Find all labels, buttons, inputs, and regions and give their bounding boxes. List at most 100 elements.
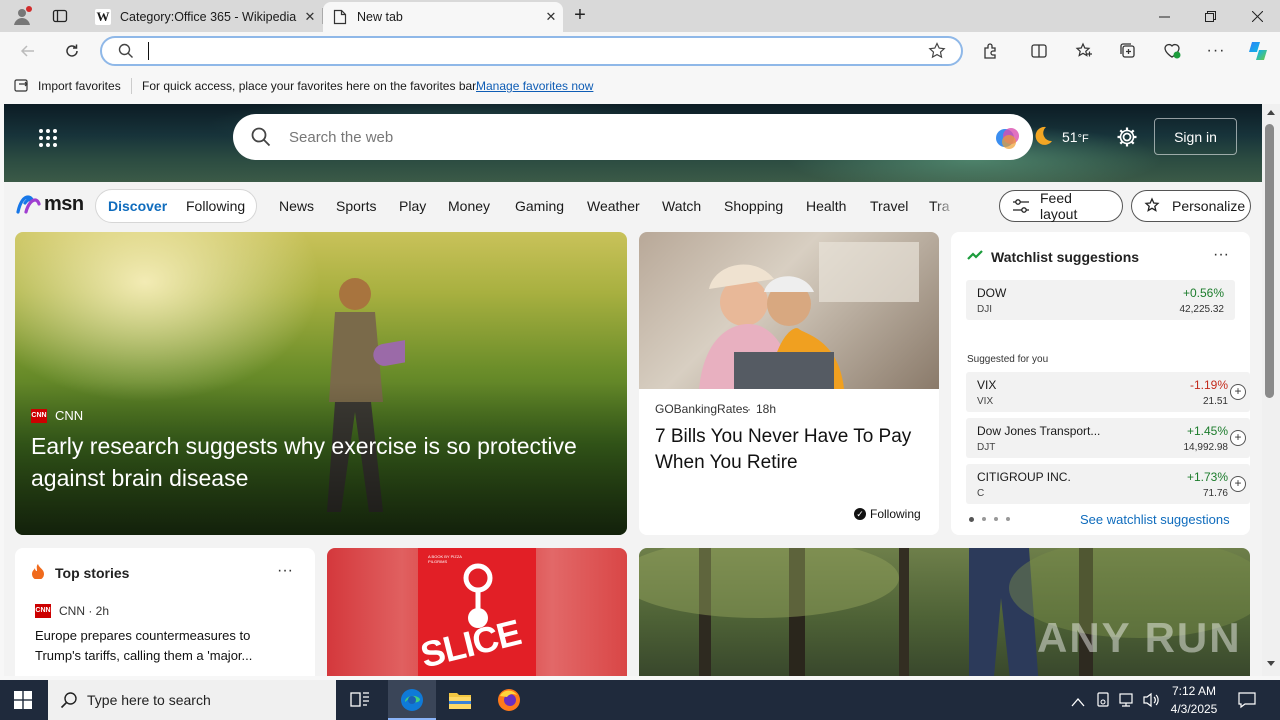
clock-date[interactable]: 4/3/2025 (1166, 702, 1222, 716)
restore-button[interactable] (1187, 0, 1233, 32)
volume-icon[interactable] (1142, 692, 1160, 713)
hero-headline[interactable]: Early research suggests why exercise is … (31, 430, 616, 494)
close-tab-icon[interactable]: ✕ (298, 9, 322, 25)
page-scrollbar[interactable] (1262, 104, 1280, 676)
watchlist-more-icon[interactable]: ··· (1213, 246, 1229, 264)
feed-layout-button[interactable]: Feed layout (999, 190, 1123, 222)
close-window-button[interactable] (1234, 0, 1280, 32)
top-stories-title: Top stories (55, 565, 130, 581)
tab-new-tab[interactable]: New tab ✕ (323, 2, 563, 32)
scroll-thumb[interactable] (1265, 124, 1274, 398)
taskbar-edge[interactable] (388, 680, 436, 720)
web-search-placeholder[interactable]: Search the web (289, 129, 393, 146)
tab-discover[interactable]: Discover (108, 198, 167, 214)
tab-strip: W Category:Office 365 - Wikipedia ✕ New … (0, 0, 1280, 32)
show-hidden-icons[interactable] (1071, 694, 1085, 712)
refresh-button[interactable] (57, 36, 87, 66)
following-check-icon: ✓ (854, 508, 866, 520)
tab-actions-icon[interactable] (52, 8, 68, 24)
story-headline[interactable]: Europe prepares countermeasures to Trump… (35, 626, 285, 666)
add-to-watchlist-button[interactable]: + (1230, 476, 1246, 492)
file-explorer-icon[interactable] (448, 690, 472, 715)
browser-essentials-icon[interactable] (1157, 36, 1187, 66)
weather-temperature[interactable]: 51°F (1062, 129, 1089, 145)
nav-shopping[interactable]: Shopping (724, 198, 783, 214)
sign-in-label: Sign in (1174, 128, 1217, 145)
carousel-dot[interactable] (982, 517, 986, 521)
nav-health[interactable]: Health (806, 198, 846, 214)
carousel-dot[interactable] (1006, 517, 1010, 521)
msn-new-tab-page: Search the web 51°F Sign in msn Discover… (4, 104, 1262, 676)
minimize-button[interactable] (1141, 0, 1187, 32)
import-favorites-button[interactable]: Import favorites (38, 79, 121, 93)
page-settings-icon[interactable] (1116, 126, 1138, 153)
address-input[interactable] (148, 42, 848, 60)
profile-icon[interactable] (12, 6, 32, 26)
carousel-dots[interactable] (969, 517, 1010, 522)
suggested-row[interactable]: VIX VIX -1.19% 21.51 + (966, 372, 1250, 412)
nav-gaming[interactable]: Gaming (515, 198, 564, 214)
see-watchlist-link[interactable]: See watchlist suggestions (1080, 512, 1230, 527)
article-headline[interactable]: 7 Bills You Never Have To Pay When You R… (655, 424, 920, 476)
following-label[interactable]: Following (870, 507, 921, 521)
carousel-dot[interactable] (969, 517, 974, 522)
copilot-icon[interactable] (1243, 36, 1273, 66)
network-icon[interactable] (1117, 692, 1135, 713)
book-promo-card[interactable]: A BOOK BY PIZZA PILGRIMS SLICE (327, 548, 627, 676)
extensions-icon[interactable] (976, 36, 1006, 66)
msn-logo[interactable]: msn (16, 192, 84, 216)
sign-in-button[interactable]: Sign in (1154, 118, 1237, 155)
watchlist-row[interactable]: DOW DJI +0.56% 42,225.32 (966, 280, 1235, 320)
stock-value: 71.76 (1202, 488, 1228, 499)
cnn-logo-icon: CNN (35, 604, 51, 618)
carousel-dot[interactable] (994, 517, 998, 521)
firefox-icon[interactable] (497, 688, 521, 717)
import-favorites-icon[interactable] (14, 78, 30, 97)
scroll-up-arrow[interactable] (1267, 110, 1275, 115)
image-story-card[interactable]: ANY RUN (639, 548, 1250, 676)
flame-icon (31, 563, 45, 584)
personalize-button[interactable]: Personalize (1131, 190, 1251, 222)
nav-weather[interactable]: Weather (587, 198, 640, 214)
collections-icon[interactable] (1113, 36, 1143, 66)
back-button[interactable] (13, 36, 43, 66)
nav-travel[interactable]: Travel (870, 198, 908, 214)
stock-change: +1.73% (1186, 470, 1228, 484)
add-to-watchlist-button[interactable]: + (1230, 430, 1246, 446)
new-tab-button[interactable]: + (568, 5, 592, 27)
clock-time[interactable]: 7:12 AM (1166, 684, 1222, 698)
nav-watch[interactable]: Watch (662, 198, 701, 214)
hero-article-card[interactable]: CNN CNN Early research suggests why exer… (15, 232, 627, 535)
nav-news[interactable]: News (279, 198, 314, 214)
favorite-star-icon[interactable] (928, 42, 946, 65)
split-screen-icon[interactable] (1024, 36, 1054, 66)
tab-following[interactable]: Following (186, 198, 245, 214)
taskbar-search-placeholder[interactable]: Type here to search (87, 692, 211, 708)
nav-play[interactable]: Play (399, 198, 426, 214)
close-tab-icon[interactable]: ✕ (539, 9, 563, 25)
web-search-box[interactable]: Search the web (233, 114, 1033, 160)
suggested-row[interactable]: Dow Jones Transport... DJT +1.45% 14,992… (966, 418, 1250, 458)
article-card[interactable]: GOBankingRates · 18h 7 Bills You Never H… (639, 232, 939, 535)
task-view-icon[interactable] (350, 691, 370, 714)
add-to-watchlist-button[interactable]: + (1230, 384, 1246, 400)
settings-more-icon[interactable]: ··· (1201, 36, 1231, 66)
notifications-icon[interactable] (1238, 691, 1256, 714)
tab-wikipedia[interactable]: W Category:Office 365 - Wikipedia ✕ (86, 2, 322, 32)
nav-sports[interactable]: Sports (336, 198, 376, 214)
article-dot: · (747, 402, 751, 416)
copilot-search-icon[interactable] (994, 124, 1022, 157)
start-button[interactable] (14, 691, 32, 714)
taskbar-search-box[interactable]: Type here to search (48, 680, 336, 720)
weather-moon-icon[interactable] (1032, 125, 1054, 152)
cnn-logo-icon: CNN (31, 409, 47, 423)
favorites-icon[interactable] (1069, 36, 1099, 66)
nav-money[interactable]: Money (448, 198, 490, 214)
suggested-row[interactable]: CITIGROUP INC. C +1.73% 71.76 + (966, 464, 1250, 504)
scroll-down-arrow[interactable] (1267, 661, 1275, 666)
device-icon[interactable] (1096, 692, 1110, 713)
address-bar[interactable] (100, 36, 963, 66)
top-stories-more-icon[interactable]: ··· (277, 562, 293, 580)
apps-launcher-icon[interactable] (38, 128, 58, 148)
manage-favorites-link[interactable]: Manage favorites now (476, 79, 593, 93)
